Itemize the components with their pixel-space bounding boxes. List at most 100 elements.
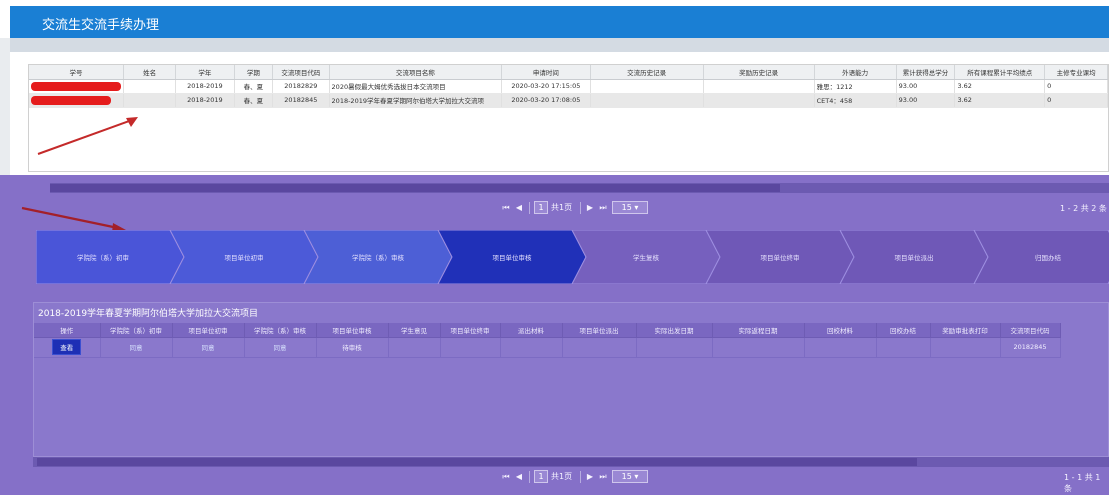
- empty-cell: [804, 337, 877, 358]
- first-page-icon[interactable]: ⏮: [500, 202, 512, 214]
- col-unit-first-review[interactable]: 项目单位初审: [172, 323, 245, 338]
- page-number-input[interactable]: 1: [534, 470, 548, 483]
- workflow-step: 学生复核: [633, 254, 659, 262]
- redaction-mark: [31, 95, 111, 105]
- empty-cell: [562, 337, 637, 358]
- approval-link[interactable]: 同意: [274, 344, 287, 352]
- project-detail-title: 2018-2019学年春夏学期阿尔伯塔大学加拉大交流项目: [38, 309, 259, 319]
- scrollbar-thumb[interactable]: [50, 184, 780, 192]
- workflow-steps: 学院院（系）初审 项目单位初审 学院院（系）审核 项目单位审核 学生复核 项目单位终审 项目…: [36, 230, 1109, 284]
- col-student-id[interactable]: 学号: [29, 65, 124, 80]
- col-college-first-review[interactable]: 学院院（系）初审: [100, 323, 173, 338]
- credits-cell: 93.00: [896, 79, 956, 94]
- page-total: 共1页: [551, 472, 573, 481]
- col-award-print[interactable]: 奖励审批表打印: [930, 323, 1001, 338]
- award-history-cell: [703, 79, 815, 94]
- prev-page-icon[interactable]: ◀: [513, 471, 525, 483]
- project-cell: 2020暑假最大姆优秀选拔日本交流项目: [329, 79, 503, 94]
- table-row[interactable]: 2018-2019 春、夏 20182829 2020暑假最大姆优秀选拔日本交流…: [29, 79, 1108, 94]
- empty-cell: [440, 337, 501, 358]
- col-name[interactable]: 姓名: [123, 65, 177, 80]
- col-detail-project-code[interactable]: 交流项目代码: [1000, 323, 1061, 338]
- col-unit-dispatch[interactable]: 项目单位派出: [562, 323, 637, 338]
- col-term[interactable]: 学期: [234, 65, 274, 80]
- name-cell: [123, 79, 177, 94]
- page-total: 共1页: [551, 203, 573, 212]
- col-language[interactable]: 外语能力: [814, 65, 897, 80]
- applied-cell: 2020-03-20 17:08:05: [501, 93, 591, 108]
- redaction-mark: [31, 81, 121, 91]
- pager-divider: [580, 471, 581, 483]
- col-unit-review[interactable]: 项目单位审核: [316, 323, 389, 338]
- col-action[interactable]: 操作: [34, 323, 101, 338]
- project-detail-grid: 操作 学院院（系）初审 项目单位初审 学院院（系）审核 项目单位审核 学生意见 …: [34, 323, 1109, 358]
- scrollbar-thumb[interactable]: [37, 458, 917, 466]
- code-cell: 20182829: [272, 79, 330, 94]
- exchange-history-cell: [590, 79, 704, 94]
- col-student-opinion[interactable]: 学生意见: [388, 323, 441, 338]
- project-cell: 2018-2019学年春夏学期阿尔伯塔大学加拉大交流项: [329, 93, 503, 108]
- col-major-avg[interactable]: 主修专业课均: [1044, 65, 1108, 80]
- pager-divider: [580, 202, 581, 214]
- project-detail-panel: 2018-2019学年春夏学期阿尔伯塔大学加拉大交流项目 操作 学院院（系）初审…: [33, 302, 1109, 457]
- col-applied-time[interactable]: 申请时间: [501, 65, 591, 80]
- last-page-icon[interactable]: ⏭: [597, 202, 609, 214]
- first-page-icon[interactable]: ⏮: [500, 471, 512, 483]
- applications-grid: 学号 姓名 学年 学期 交流项目代码 交流项目名称 申请时间 交流历史记录 奖励…: [28, 64, 1109, 172]
- college-review-cell: 同意: [244, 337, 317, 358]
- page-size-value: 15: [621, 203, 632, 212]
- prev-page-icon[interactable]: ◀: [513, 202, 525, 214]
- horizontal-scrollbar[interactable]: [33, 457, 1109, 467]
- horizontal-scrollbar[interactable]: [50, 183, 1109, 193]
- empty-cell: [876, 337, 931, 358]
- table-row[interactable]: 查看 同意 同意 同意 待审核 20182845: [34, 337, 1061, 358]
- credits-cell: 93.00: [896, 93, 956, 108]
- major-avg-cell: 0: [1044, 93, 1108, 108]
- page-size-select[interactable]: 15 ▾: [612, 201, 648, 214]
- code-cell: 20182845: [272, 93, 330, 108]
- col-departure-date[interactable]: 实际出发日期: [636, 323, 713, 338]
- unit-first-review-cell: 同意: [172, 337, 245, 358]
- col-award-history[interactable]: 奖励历史记录: [703, 65, 815, 80]
- workflow-step: 项目单位审核: [492, 254, 532, 262]
- page-size-select[interactable]: 15 ▾: [612, 470, 648, 483]
- view-button[interactable]: 查看: [52, 339, 82, 355]
- workflow-step: 归国办结: [1035, 254, 1061, 262]
- col-return-complete[interactable]: 回校办结: [876, 323, 931, 338]
- last-page-icon[interactable]: ⏭: [597, 471, 609, 483]
- app-frame: 交流生交流手续办理 学号 姓名 学年 学期 交流项目代码 交流项目名称 申请时间…: [0, 0, 1109, 495]
- col-dispatch-materials[interactable]: 派出材料: [500, 323, 563, 338]
- student-id-cell: [29, 93, 124, 108]
- page-size-value: 15: [621, 472, 632, 481]
- detail-header-row: 操作 学院院（系）初审 项目单位初审 学院院（系）审核 项目单位审核 学生意见 …: [34, 323, 1061, 338]
- workflow-step: 项目单位初审: [224, 254, 264, 262]
- col-credits[interactable]: 累计获得总学分: [896, 65, 956, 80]
- next-page-icon[interactable]: ▶: [584, 471, 596, 483]
- term-cell: 春、夏: [234, 79, 274, 94]
- applications-header-row: 学号 姓名 学年 学期 交流项目代码 交流项目名称 申请时间 交流历史记录 奖励…: [29, 65, 1108, 80]
- gpa-cell: 3.62: [954, 79, 1046, 94]
- gpa-cell: 3.62: [954, 93, 1046, 108]
- language-cell: 雅思：1212: [814, 79, 897, 94]
- unit-review-cell: 待审核: [316, 337, 389, 358]
- col-return-date[interactable]: 实际返程日期: [712, 323, 805, 338]
- workflow-step: 学院院（系）审核: [352, 254, 404, 262]
- col-project-code[interactable]: 交流项目代码: [272, 65, 330, 80]
- table-row[interactable]: 2018-2019 春、夏 20182845 2018-2019学年春夏学期阿尔…: [29, 93, 1108, 108]
- applied-cell: 2020-03-20 17:15:05: [501, 79, 591, 94]
- col-college-review[interactable]: 学院院（系）审核: [244, 323, 317, 338]
- approval-link[interactable]: 同意: [130, 344, 143, 352]
- major-avg-cell: 0: [1044, 79, 1108, 94]
- col-project-name[interactable]: 交流项目名称: [329, 65, 503, 80]
- workflow-step: 学院院（系）初审: [77, 254, 129, 262]
- col-return-materials[interactable]: 回校材料: [804, 323, 877, 338]
- col-unit-final-review[interactable]: 项目单位终审: [440, 323, 501, 338]
- col-exchange-history[interactable]: 交流历史记录: [590, 65, 704, 80]
- approval-link[interactable]: 同意: [202, 344, 215, 352]
- next-page-icon[interactable]: ▶: [584, 202, 596, 214]
- col-year[interactable]: 学年: [175, 65, 235, 80]
- col-gpa[interactable]: 所有课程累计平均绩点: [954, 65, 1046, 80]
- page-title: 交流生交流手续办理: [42, 18, 160, 33]
- page-number-input[interactable]: 1: [534, 201, 548, 214]
- award-history-cell: [703, 93, 815, 108]
